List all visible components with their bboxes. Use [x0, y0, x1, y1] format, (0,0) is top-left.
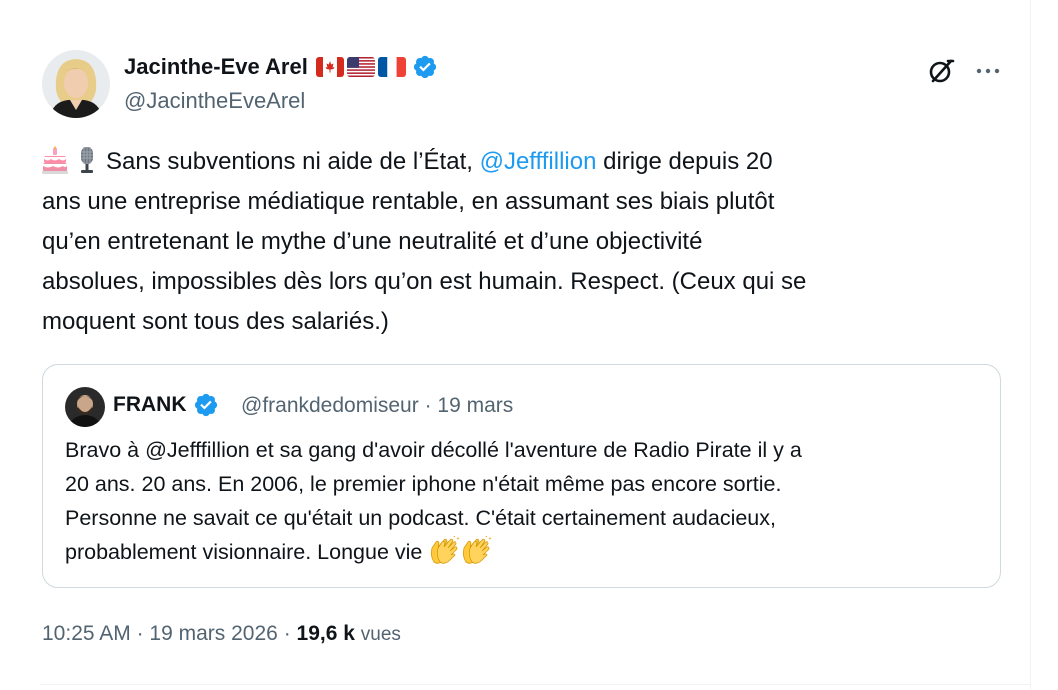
- quote-text: Bravo à @Jefffillion et sa gang d'avoir …: [65, 433, 980, 569]
- author-handle[interactable]: @JacintheEveArel: [124, 88, 305, 114]
- quote-author-avatar[interactable]: [65, 387, 105, 427]
- author-name[interactable]: Jacinthe-Eve Arel: [124, 54, 438, 80]
- tweet-line-1: Sans subventions ni aide de l’État, @Jef…: [42, 142, 1017, 182]
- tweet-line-5: moquent sont tous des salariés.): [42, 308, 389, 335]
- author-display-name: Jacinthe-Eve Arel: [124, 54, 308, 79]
- clapping-hands-icon: [460, 534, 492, 566]
- separator: ·: [283, 622, 291, 645]
- tweet-line-2: ans une entreprise médiatique rentable, …: [42, 188, 775, 215]
- canada-flag-icon: [315, 57, 344, 77]
- author-flags: [315, 57, 406, 77]
- usa-flag-icon: [346, 57, 375, 77]
- divider-bottom: [40, 684, 1030, 685]
- separator: ·: [136, 622, 144, 645]
- microphone-icon: [74, 146, 100, 174]
- tweet-date[interactable]: 19 mars 2026: [149, 622, 277, 645]
- divider-right: [1030, 0, 1031, 690]
- quote-author-name[interactable]: FRANK: [113, 392, 219, 418]
- quote-line-1: Bravo à @Jefffillion et sa gang d'avoir …: [65, 438, 802, 462]
- quote-author-handle: @frankdedomiseur: [241, 394, 419, 417]
- quote-meta: @frankdedomiseur · 19 mars: [241, 394, 513, 418]
- separator: ·: [424, 394, 432, 417]
- quote-date: 19 mars: [437, 394, 514, 417]
- tweet-time[interactable]: 10:25 AM: [42, 622, 131, 645]
- birthday-cake-icon: [42, 146, 68, 174]
- verified-badge-icon[interactable]: [412, 54, 438, 80]
- clapping-hands-icon: [428, 534, 460, 566]
- tweet-line-3: qu’en entretenant le mythe d’une neutral…: [42, 228, 703, 255]
- grok-icon[interactable]: [924, 54, 958, 88]
- views-count[interactable]: 19,6 k: [297, 622, 355, 645]
- tweet-footer: 10:25 AM · 19 mars 2026 · 19,6 k vues: [42, 622, 401, 646]
- tweet-line-4: absolues, impossibles dès lors qu’on est…: [42, 268, 807, 295]
- more-options-icon[interactable]: [974, 57, 1002, 85]
- quote-line-3: Personne ne savait ce qu'était un podcas…: [65, 506, 776, 530]
- tweet-text: Sans subventions ni aide de l’État, @Jef…: [42, 142, 1017, 342]
- quote-line-2: 20 ans. 20 ans. En 2006, le premier ipho…: [65, 472, 782, 496]
- mention-link[interactable]: @Jefffillion: [480, 148, 597, 175]
- france-flag-icon: [377, 57, 406, 77]
- verified-badge-icon: [193, 392, 219, 418]
- views-label: vues: [360, 624, 401, 645]
- quoted-tweet[interactable]: FRANK @frankdedomiseur · 19 mars Bravo à…: [42, 364, 1001, 588]
- author-avatar[interactable]: [42, 50, 110, 118]
- quote-line-4: probablement visionnaire. Longue vie: [65, 534, 980, 569]
